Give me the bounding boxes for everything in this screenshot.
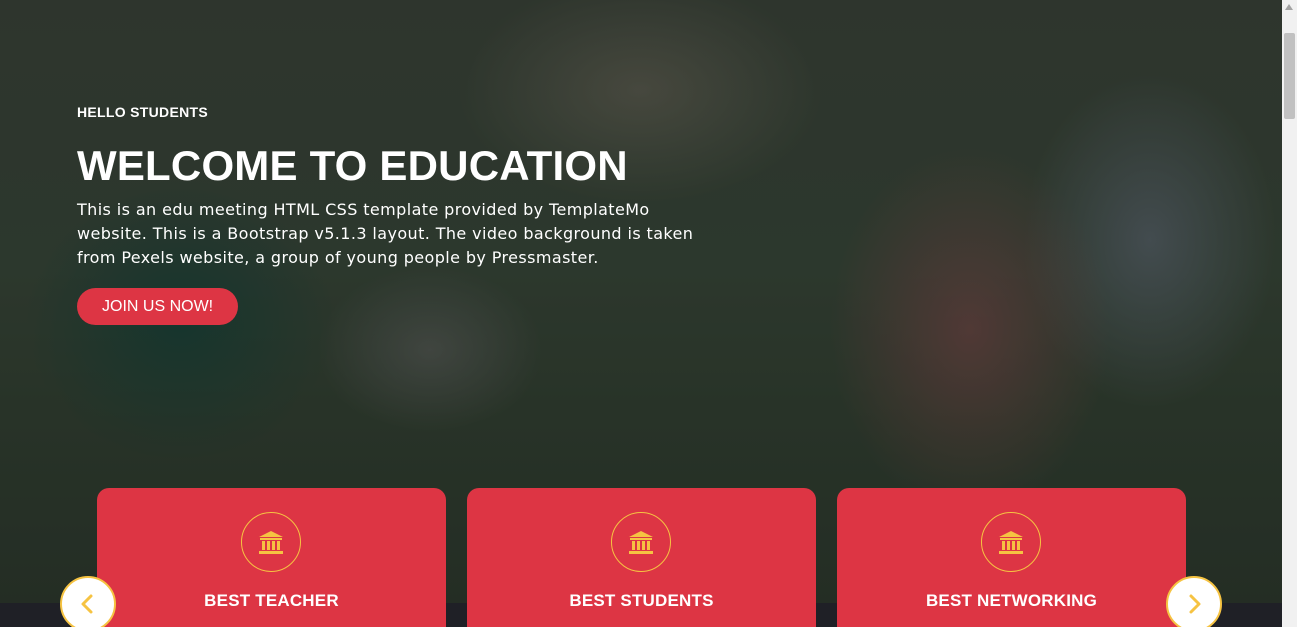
service-card-best-teacher[interactable]: BEST TEACHER [97, 488, 446, 627]
service-card-title: BEST NETWORKING [925, 591, 1098, 610]
service-card-title: BEST TEACHER [204, 591, 339, 610]
carousel-next-button[interactable] [1166, 576, 1222, 627]
hero-description: This is an edu meeting HTML CSS template… [77, 200, 694, 267]
scroll-up-arrow-icon[interactable] [1285, 4, 1293, 10]
bank-icon [610, 512, 671, 572]
hero-title: WELCOME TO EDUCATION [77, 142, 628, 189]
carousel-prev-button[interactable] [60, 576, 116, 627]
service-card-best-networking[interactable]: BEST NETWORKING [837, 488, 1186, 627]
bank-icon [240, 512, 301, 572]
service-card-best-students[interactable]: BEST STUDENTS [467, 488, 816, 627]
page-scrollbar[interactable] [1282, 0, 1297, 627]
bank-icon [980, 512, 1041, 572]
scrollbar-thumb[interactable] [1284, 33, 1295, 119]
hero-eyebrow: HELLO STUDENTS [77, 104, 208, 120]
hero-content: HELLO STUDENTS WELCOME TO EDUCATION This… [77, 104, 717, 325]
chevron-left-icon [81, 594, 93, 614]
join-us-button[interactable]: JOIN US NOW! [77, 288, 239, 325]
service-card-title: BEST STUDENTS [569, 591, 714, 610]
chevron-right-icon [1189, 594, 1201, 614]
page: HELLO STUDENTS WELCOME TO EDUCATION This… [0, 0, 1297, 627]
